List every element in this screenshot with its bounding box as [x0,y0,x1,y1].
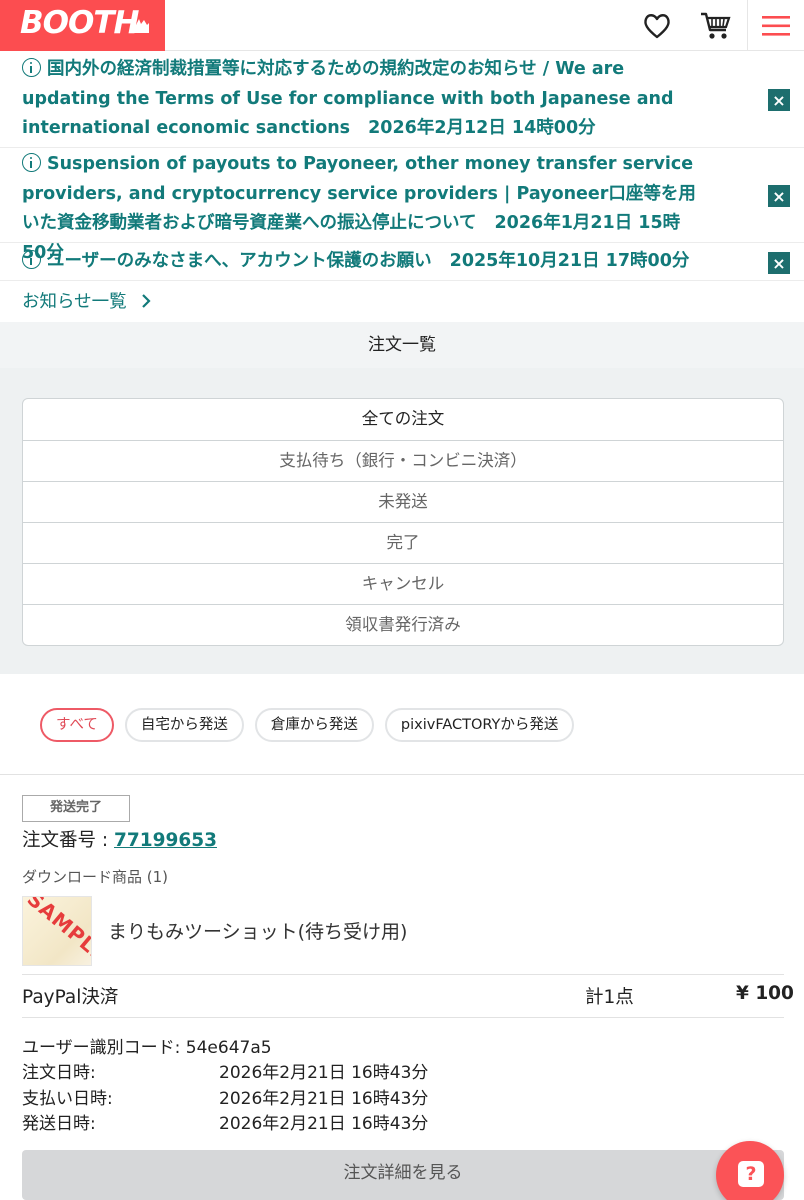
shipping-filter-chips: すべて 自宅から発送 倉庫から発送 pixivFACTORYから発送 [40,708,575,742]
tab-all-orders[interactable]: 全ての注文 [23,399,783,440]
logo-text: BOOTH [20,5,139,41]
info-icon [22,153,41,172]
ship-date: 2026年2月21日 16時43分 [219,1114,429,1134]
order-detail-button[interactable]: 注文詳細を見る [22,1150,784,1200]
tab-completed[interactable]: 完了 [23,522,783,563]
notice-item: ユーザーのみなさまへ、アカウント保護のお願い 2025年10月21日 17時00分… [0,243,804,281]
chevron-right-icon [142,294,151,308]
help-icon: ? [738,1161,764,1187]
close-notice-button[interactable]: × [768,185,790,207]
user-code: ユーザー識別コード: 54e647a5 [22,1038,272,1058]
notice-link[interactable]: 国内外の経済制裁措置等に対応するための規約改定のお知らせ / We are up… [22,55,702,144]
notice-link[interactable]: ユーザーのみなさまへ、アカウント保護のお願い 2025年10月21日 17時00分 [22,247,742,277]
notice-list-label: お知らせ一覧 [22,292,127,312]
chip-ship-from-home[interactable]: 自宅から発送 [124,708,244,742]
sample-watermark: SAMPLE [22,896,92,966]
notice-title: ユーザーのみなさまへ、アカウント保護のお願い [47,251,432,271]
cart-icon[interactable] [694,0,738,51]
chip-ship-from-warehouse[interactable]: 倉庫から発送 [254,708,374,742]
order-status-tabs: 全ての注文 支払待ち（銀行・コンビニ決済） 未発送 完了 キャンセル 領収書発行… [22,398,784,646]
item-name[interactable]: まりもみツーショット(待ち受け用) [108,917,407,944]
chip-ship-from-pixivfactory[interactable]: pixivFACTORYから発送 [384,708,575,742]
tab-receipt-issued[interactable]: 領収書発行済み [23,604,783,645]
order-date-label: 注文日時: [22,1063,96,1083]
menu-icon[interactable] [747,0,804,51]
divider [22,1017,784,1018]
divider [22,974,784,975]
notice-item: 国内外の経済制裁措置等に対応するための規約改定のお知らせ / We are up… [0,52,804,148]
item-count: 計1点 [585,987,634,1008]
order-total: ¥ 100 [736,983,794,1004]
tab-awaiting-payment[interactable]: 支払待ち（銀行・コンビニ決済） [23,440,783,481]
chip-all[interactable]: すべて [40,708,114,742]
paid-date-label: 支払い日時: [22,1089,113,1109]
item-thumbnail[interactable]: SAMPLE [22,896,92,966]
order-number: 注文番号 : 77199653 [22,826,217,852]
help-button[interactable]: ? [716,1141,784,1200]
ship-date-label: 発送日時: [22,1114,96,1134]
order-number-label: 注文番号 : [22,830,114,851]
download-items-label: ダウンロード商品 (1) [22,868,169,886]
notice-list-link[interactable]: お知らせ一覧 [22,288,152,313]
tab-unshipped[interactable]: 未発送 [23,481,783,522]
divider [0,774,804,775]
cat-mark-icon [133,19,149,33]
paid-date: 2026年2月21日 16時43分 [219,1089,429,1109]
notice-item: Suspension of payouts to Payoneer, other… [0,148,804,263]
order-date: 2026年2月21日 16時43分 [219,1063,429,1083]
booth-logo[interactable]: BOOTH [0,0,165,51]
site-header: BOOTH [0,0,804,51]
notice-date: 2025年10月21日 17時00分 [449,251,690,271]
heart-icon[interactable] [636,0,678,51]
notice-date: 2026年2月12日 14時00分 [368,118,596,138]
info-icon [22,250,41,269]
status-badge: 発送完了 [22,795,130,822]
close-notice-button[interactable]: × [768,252,790,274]
payment-method: PayPal決済 [22,987,119,1008]
page-title: 注文一覧 [0,322,804,368]
close-notice-button[interactable]: × [768,89,790,111]
order-number-link[interactable]: 77199653 [114,830,217,851]
order-tabs-area: 全ての注文 支払待ち（銀行・コンビニ決済） 未発送 完了 キャンセル 領収書発行… [0,368,804,674]
info-icon [22,58,41,77]
tab-cancelled[interactable]: キャンセル [23,563,783,604]
